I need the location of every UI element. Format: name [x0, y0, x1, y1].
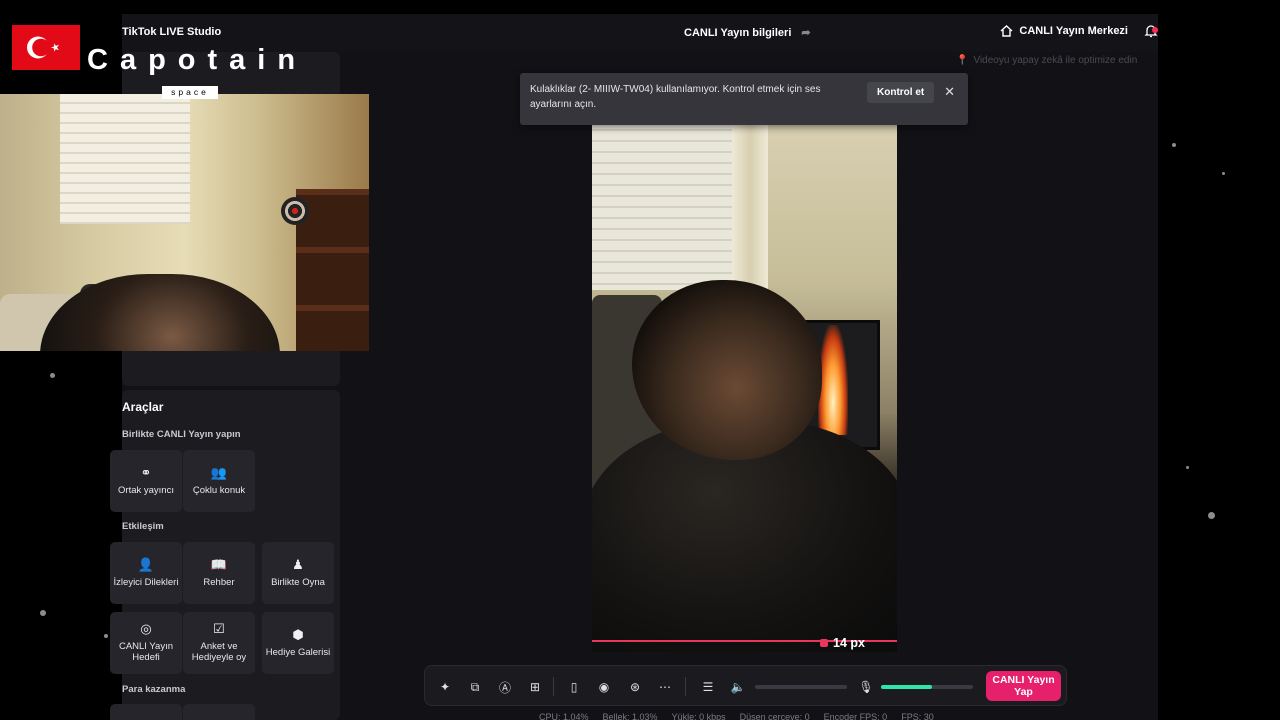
preview-size-label: 14 px [833, 636, 865, 650]
guide-label: Rehber [203, 576, 235, 588]
check-button[interactable]: Kontrol et [867, 82, 935, 103]
more-icon[interactable]: ⋯ [656, 678, 674, 696]
live-info-label: CANLI Yayın bilgileri [684, 26, 792, 39]
brand-logo-subtitle: space [162, 86, 218, 99]
poll-label: Anket ve Hediyeyle oy [191, 641, 247, 663]
settings-sliders-icon[interactable]: ☰ [699, 678, 717, 696]
snow-particle [1186, 466, 1189, 469]
ai-icon[interactable]: Ⓐ [496, 678, 514, 696]
ai-optimize-hint[interactable]: 📍 Videoyu yapay zekâ ile optimize edin [956, 55, 1137, 66]
viewer-requests-label: İzleyici Dilekleri [113, 576, 179, 588]
earn-tile[interactable] [110, 704, 182, 720]
viewer-requests-icon: 👤 [137, 556, 155, 572]
snow-particle [104, 634, 108, 638]
snow-particle [1208, 512, 1215, 519]
memory-stat: Bellek: 1,03% [602, 712, 658, 720]
multi-guest-tile[interactable]: 👥 Çoklu konuk [183, 450, 255, 512]
mic-volume-slider[interactable] [881, 685, 973, 689]
snow-particle [1222, 172, 1225, 175]
stream-preview[interactable]: 14 px [592, 120, 897, 652]
pin-icon: 📍 [956, 55, 969, 66]
section-live-together: Birlikte CANLI Yayın yapın [122, 429, 241, 440]
live-center-button[interactable]: CANLI Yayın Merkezi [1000, 25, 1128, 37]
preview-marker[interactable] [820, 639, 828, 647]
live-goal-label: CANLI Yayın Hedefi [118, 641, 174, 663]
poll-icon: ☑ [213, 621, 225, 637]
play-together-tile[interactable]: ♟ Birlikte Oyna [262, 542, 334, 604]
gift-gallery-label: Hediye Galerisi [265, 646, 331, 658]
tools-title: Araçlar [122, 400, 164, 414]
users-icon: 👥 [210, 464, 228, 480]
home-icon [1000, 25, 1013, 37]
poll-tile[interactable]: ☑ Anket ve Hediyeyle oy [183, 612, 255, 674]
preview-fireplace [818, 325, 848, 435]
snow-particle [40, 610, 46, 616]
share-icon[interactable]: ➦ [801, 26, 810, 39]
mic-level-fill [881, 685, 932, 689]
webcam-overlay [0, 94, 369, 351]
live-center-label: CANLI Yayın Merkezi [1019, 25, 1128, 37]
add-source-icon[interactable]: ⊞ [526, 678, 544, 696]
app-title: TikTok LIVE Studio [122, 26, 222, 38]
camera-settings-icon[interactable]: ⊛ [626, 678, 644, 696]
toolbar-divider [685, 677, 686, 696]
link-icon: ⚭ [140, 464, 152, 480]
game-icon: ♟ [292, 556, 304, 572]
magic-wand-icon[interactable]: ✦ [436, 678, 454, 696]
snow-particle [50, 373, 55, 378]
preview-blinds [592, 120, 732, 290]
toast-message: Kulaklıklar (2- MIIIW-TW04) kullanılamıy… [530, 84, 821, 110]
ai-optimize-label: Videoyu yapay zekâ ile optimize edin [973, 55, 1138, 66]
section-interaction: Etkileşim [122, 521, 164, 532]
co-host-tile[interactable]: ⚭ Ortak yayıncı [110, 450, 182, 512]
guide-tile[interactable]: 📖 Rehber [183, 542, 255, 604]
go-live-button[interactable]: CANLI Yayın Yap [986, 671, 1061, 701]
upload-stat: Yükle: 0 kbps [671, 712, 726, 720]
play-together-label: Birlikte Oyna [271, 576, 325, 588]
fps-stat: FPS: 30 [901, 712, 934, 720]
effects-icon[interactable]: ⧉ [466, 678, 484, 696]
gift-icon: ⬢ [292, 626, 304, 642]
speaker-volume-slider[interactable] [755, 685, 847, 689]
status-bar: CPU: 1,04% Bellek: 1,03% Yükle: 0 kbps D… [539, 712, 934, 720]
headphones-warning-toast: Kulaklıklar (2- MIIIW-TW04) kullanılamıy… [520, 73, 968, 125]
gift-gallery-tile[interactable]: ⬢ Hediye Galerisi [262, 612, 334, 674]
cpu-stat: CPU: 1,04% [539, 712, 589, 720]
webcam-blinds [60, 94, 190, 224]
phone-layout-icon[interactable]: ▯ [565, 678, 583, 696]
brand-logo-text: Capotain [87, 44, 308, 76]
toolbar-divider [553, 677, 554, 696]
speaker-icon[interactable]: 🔈 [729, 678, 747, 696]
viewer-requests-tile[interactable]: 👤 İzleyici Dilekleri [110, 542, 182, 604]
earn-tile[interactable] [183, 704, 255, 720]
microphone-icon[interactable]: 🎙 [857, 678, 875, 696]
multi-guest-label: Çoklu konuk [192, 484, 246, 496]
webcam-dartboard [281, 197, 309, 225]
bottom-toolbar: ✦ ⧉ Ⓐ ⊞ ▯ ◉ ⊛ ⋯ ☰ 🔈 🎙 CANLI Yayın Yap [424, 665, 1067, 706]
encoder-fps-stat: Encoder FPS: 0 [823, 712, 888, 720]
notification-bell-icon[interactable] [1144, 23, 1158, 39]
live-info-title[interactable]: CANLI Yayın bilgileri ➦ [684, 26, 811, 40]
dropped-frames-stat: Düşen çerçeve: 0 [739, 712, 810, 720]
live-goal-tile[interactable]: ◎ CANLI Yayın Hedefi [110, 612, 182, 674]
turkey-flag-icon [12, 25, 80, 70]
close-icon[interactable]: ✕ [944, 84, 955, 100]
snow-particle [1172, 143, 1176, 147]
section-earn: Para kazanma [122, 684, 186, 695]
record-icon[interactable]: ◉ [595, 678, 613, 696]
book-icon: 📖 [210, 556, 228, 572]
notification-dot [1152, 27, 1158, 33]
co-host-label: Ortak yayıncı [118, 484, 174, 496]
target-icon: ◎ [140, 621, 152, 637]
